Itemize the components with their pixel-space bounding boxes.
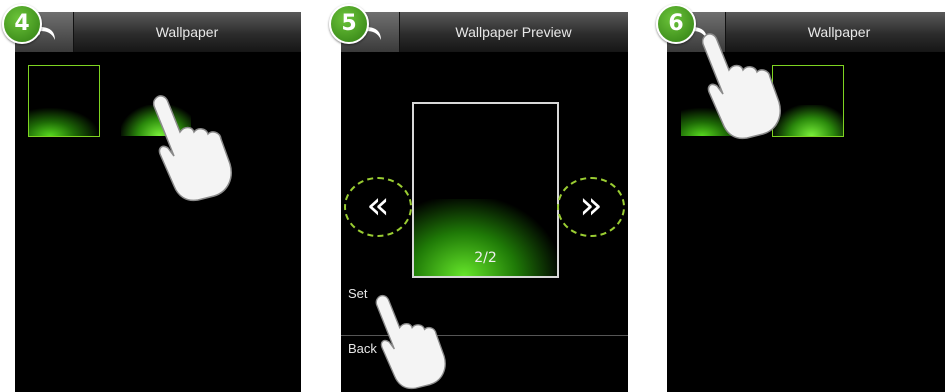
wallpaper-thumbnail-1[interactable]	[28, 65, 100, 137]
page-indicator: 2/2	[474, 250, 497, 266]
page-title: Wallpaper	[155, 24, 219, 40]
screen-wallpaper-list: Wallpaper	[15, 12, 301, 392]
step-badge-5: 5	[329, 4, 369, 44]
wallpaper-preview: 2/2	[412, 102, 559, 278]
pointing-hand-icon	[152, 95, 232, 202]
title-bar: Wallpaper	[15, 12, 301, 53]
step-badge-4: 4	[2, 4, 42, 44]
next-wallpaper-button[interactable]: »	[557, 177, 625, 237]
step-badge-6: 6	[656, 4, 696, 44]
set-button[interactable]: Set	[348, 286, 368, 301]
pointing-hand-icon	[375, 294, 446, 390]
screen-wallpaper-list-updated: Wallpaper	[667, 12, 945, 392]
pointing-hand-icon	[701, 33, 781, 140]
page-title: Wallpaper Preview	[455, 24, 572, 40]
title-bar: Wallpaper Preview	[341, 12, 628, 53]
previous-wallpaper-button[interactable]: «	[344, 177, 412, 237]
screen-wallpaper-preview: Wallpaper Preview « 2/2 » Set Back	[341, 12, 628, 392]
